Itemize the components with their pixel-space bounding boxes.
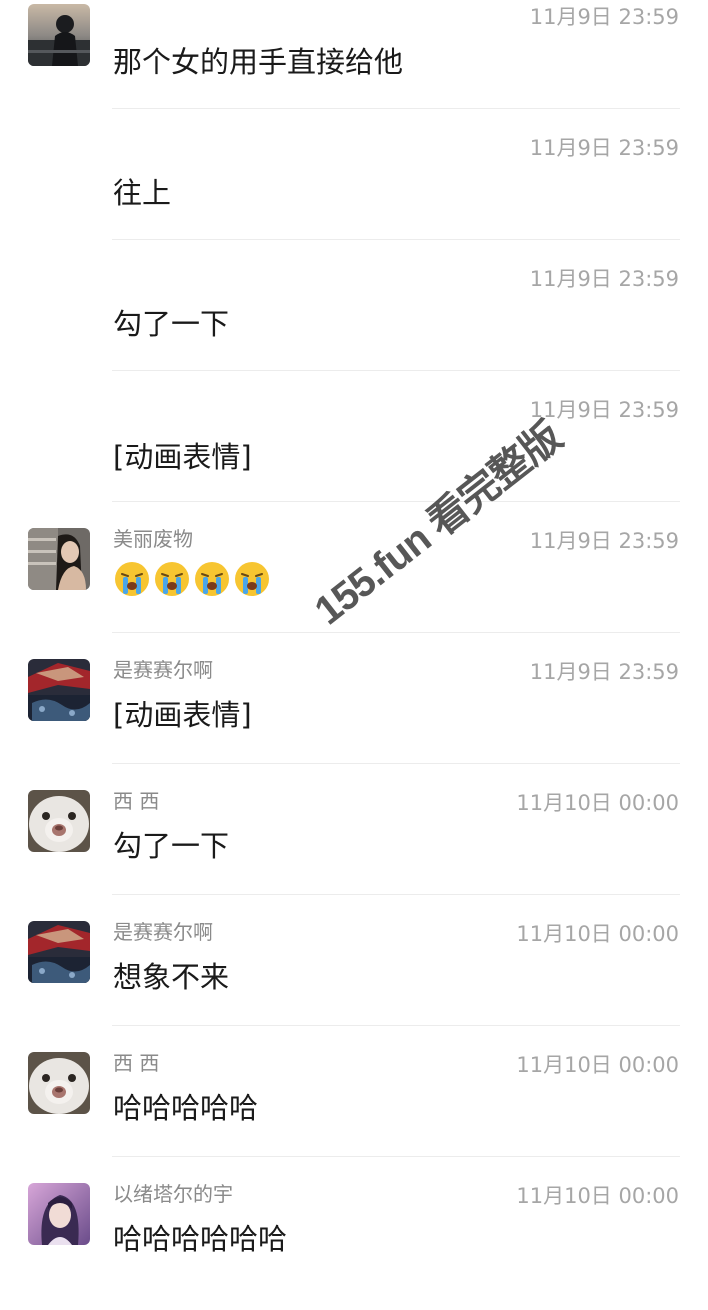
avatar-cat-icon: [28, 1052, 90, 1114]
sender-name: 美丽废物: [113, 527, 193, 551]
avatar[interactable]: [28, 921, 90, 983]
message-time: 11月9日 23:59: [529, 5, 679, 29]
message-time: 11月9日 23:59: [529, 529, 679, 553]
sender-name: 西 西: [113, 1051, 160, 1075]
message-time: 11月10日 00:00: [516, 791, 679, 815]
crying-face-icon: [153, 560, 191, 598]
avatar[interactable]: [28, 4, 90, 66]
divider: [112, 239, 680, 240]
chat-message[interactable]: 是赛赛尔啊 11月10日 00:00 想象不来: [0, 917, 708, 1048]
chat-message[interactable]: 11月9日 23:59 那个女的用手直接给他: [0, 0, 708, 131]
message-text[interactable]: 勾了一下: [113, 826, 229, 866]
divider: [112, 1156, 680, 1157]
crying-face-icon: [233, 560, 271, 598]
divider: [112, 108, 680, 109]
message-text[interactable]: 哈哈哈哈哈哈: [113, 1219, 287, 1259]
message-time: 11月10日 00:00: [516, 1184, 679, 1208]
chat-message[interactable]: 11月9日 23:59 勾了一下: [0, 262, 708, 393]
divider: [112, 501, 680, 502]
message-text[interactable]: 那个女的用手直接给他: [113, 42, 403, 82]
divider: [112, 1025, 680, 1026]
emoji-message[interactable]: [113, 560, 271, 598]
chat-message[interactable]: 是赛赛尔啊 11月9日 23:59 [动画表情]: [0, 655, 708, 786]
message-time: 11月9日 23:59: [529, 398, 679, 422]
avatar-dark-figure-icon: [28, 4, 90, 66]
message-text[interactable]: 往上: [113, 173, 171, 213]
chat-message[interactable]: 西 西 11月10日 00:00 哈哈哈哈哈: [0, 1048, 708, 1179]
avatar-anime-icon: [28, 1183, 90, 1245]
message-time: 11月9日 23:59: [529, 660, 679, 684]
avatar-red-pattern-icon: [28, 921, 90, 983]
divider: [112, 632, 680, 633]
sender-name: 是赛赛尔啊: [113, 658, 213, 682]
message-text[interactable]: 想象不来: [113, 957, 229, 997]
sender-name: 西 西: [113, 789, 160, 813]
message-time: 11月9日 23:59: [529, 136, 679, 160]
avatar[interactable]: [28, 528, 90, 590]
message-text[interactable]: 勾了一下: [113, 304, 229, 344]
chat-message[interactable]: 以绪塔尔的宇 11月10日 00:00 哈哈哈哈哈哈: [0, 1179, 708, 1310]
message-text[interactable]: [动画表情]: [113, 437, 252, 477]
divider: [112, 763, 680, 764]
avatar-girl-icon: [28, 528, 90, 590]
avatar[interactable]: [28, 1183, 90, 1245]
crying-face-icon: [193, 560, 231, 598]
avatar[interactable]: [28, 790, 90, 852]
sender-name: 以绪塔尔的宇: [113, 1182, 233, 1206]
message-text[interactable]: 哈哈哈哈哈: [113, 1088, 258, 1128]
message-time: 11月9日 23:59: [529, 267, 679, 291]
avatar-red-pattern-icon: [28, 659, 90, 721]
message-time: 11月10日 00:00: [516, 1053, 679, 1077]
chat-history-list[interactable]: 11月9日 23:59 那个女的用手直接给他 11月9日 23:59 往上 11…: [0, 0, 708, 1280]
sender-name: 是赛赛尔啊: [113, 920, 213, 944]
crying-face-icon: [113, 560, 151, 598]
avatar[interactable]: [28, 1052, 90, 1114]
message-text[interactable]: [动画表情]: [113, 695, 252, 735]
avatar-cat-icon: [28, 790, 90, 852]
message-time: 11月10日 00:00: [516, 922, 679, 946]
chat-message[interactable]: 11月9日 23:59 [动画表情]: [0, 393, 708, 524]
chat-message[interactable]: 西 西 11月10日 00:00 勾了一下: [0, 786, 708, 917]
avatar[interactable]: [28, 659, 90, 721]
chat-message[interactable]: 11月9日 23:59 往上: [0, 131, 708, 262]
divider: [112, 370, 680, 371]
divider: [112, 894, 680, 895]
